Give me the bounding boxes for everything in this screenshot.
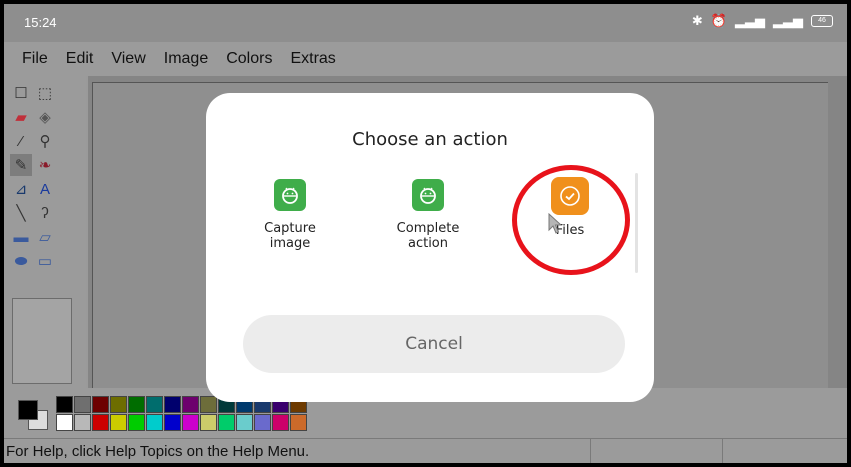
app-complete-action[interactable]: Complete action: [368, 179, 488, 251]
color-swatch[interactable]: [146, 396, 163, 413]
highlight-circle: [512, 165, 630, 275]
polygon-icon[interactable]: ▱: [34, 226, 56, 248]
menu-edit[interactable]: Edit: [66, 50, 94, 68]
foreground-color[interactable]: [18, 400, 38, 420]
color-swatch[interactable]: [56, 414, 73, 431]
color-swatch[interactable]: [56, 396, 73, 413]
current-colors[interactable]: [18, 400, 52, 432]
color-swatch[interactable]: [164, 414, 181, 431]
status-divider: [722, 439, 723, 463]
color-swatch[interactable]: [92, 396, 109, 413]
android-status-bar: 15:24 ✱ ⏰ ▂▃▅ ▂▃▅ 46: [4, 4, 847, 42]
pencil-icon[interactable]: ✎: [10, 154, 32, 176]
help-text: For Help, click Help Topics on the Help …: [6, 443, 310, 460]
app-label: Complete action: [396, 221, 460, 251]
curve-icon[interactable]: ʔ: [34, 202, 56, 224]
free-select-icon[interactable]: ☐: [10, 82, 32, 104]
menu-colors[interactable]: Colors: [226, 50, 272, 68]
tool-palette: ☐ ⬚ ▰ ◈ ⁄ ⚲ ✎ ❧ ⊿ A ╲ ʔ ▬ ▱ ⬬ ▭: [4, 76, 86, 388]
eraser-icon[interactable]: ▰: [10, 106, 32, 128]
color-swatch[interactable]: [272, 414, 289, 431]
brush-icon[interactable]: ❧: [34, 154, 56, 176]
color-swatch[interactable]: [200, 396, 217, 413]
app-label: Capture image: [264, 221, 316, 251]
fill-icon[interactable]: ◈: [34, 106, 56, 128]
bluetooth-icon: ✱: [691, 13, 703, 28]
color-swatch[interactable]: [236, 414, 253, 431]
color-swatch[interactable]: [290, 414, 307, 431]
color-swatch[interactable]: [146, 414, 163, 431]
menu-file[interactable]: File: [22, 50, 48, 68]
status-divider: [590, 439, 591, 463]
magnifier-icon[interactable]: ⚲: [34, 130, 56, 152]
battery-icon: 46: [811, 15, 833, 27]
color-swatch[interactable]: [182, 396, 199, 413]
app-robot-icon: [412, 179, 444, 211]
status-time: 15:24: [24, 15, 57, 30]
signal-icon: ▂▃▅: [735, 13, 765, 28]
mouse-cursor-icon: [548, 213, 563, 234]
color-swatch[interactable]: [182, 414, 199, 431]
rounded-rect-icon[interactable]: ▭: [34, 250, 56, 272]
alarm-icon: ⏰: [710, 13, 727, 28]
color-swatch[interactable]: [254, 414, 271, 431]
status-icons: ✱ ⏰ ▂▃▅ ▂▃▅ 46: [692, 13, 833, 29]
text-icon[interactable]: A: [34, 178, 56, 200]
app-robot-icon: [274, 179, 306, 211]
color-swatch[interactable]: [74, 396, 91, 413]
color-swatch[interactable]: [110, 414, 127, 431]
scroll-indicator[interactable]: [635, 173, 638, 273]
tool-options-box: [12, 298, 72, 384]
dialog-title: Choose an action: [352, 129, 508, 150]
color-swatch[interactable]: [92, 414, 109, 431]
color-swatch[interactable]: [218, 414, 235, 431]
menu-extras[interactable]: Extras: [290, 50, 335, 68]
help-status-bar: For Help, click Help Topics on the Help …: [4, 438, 847, 463]
line-icon[interactable]: ╲: [10, 202, 32, 224]
color-swatch[interactable]: [164, 396, 181, 413]
color-swatch[interactable]: [128, 396, 145, 413]
airbrush-icon[interactable]: ⊿: [10, 178, 32, 200]
rectangle-icon[interactable]: ▬: [10, 226, 32, 248]
menu-view[interactable]: View: [111, 50, 145, 68]
color-picker-icon[interactable]: ⁄: [10, 130, 32, 152]
cancel-button[interactable]: Cancel: [243, 315, 625, 373]
color-swatch[interactable]: [74, 414, 91, 431]
color-swatch[interactable]: [110, 396, 127, 413]
rect-select-icon[interactable]: ⬚: [34, 82, 56, 104]
menu-bar: File Edit View Image Colors Extras: [4, 42, 847, 76]
color-swatch[interactable]: [128, 414, 145, 431]
signal-icon-2: ▂▃▅: [773, 13, 803, 28]
color-swatch[interactable]: [200, 414, 217, 431]
menu-image[interactable]: Image: [164, 50, 208, 68]
app-capture-image[interactable]: Capture image: [230, 179, 350, 251]
ellipse-icon[interactable]: ⬬: [10, 250, 32, 272]
